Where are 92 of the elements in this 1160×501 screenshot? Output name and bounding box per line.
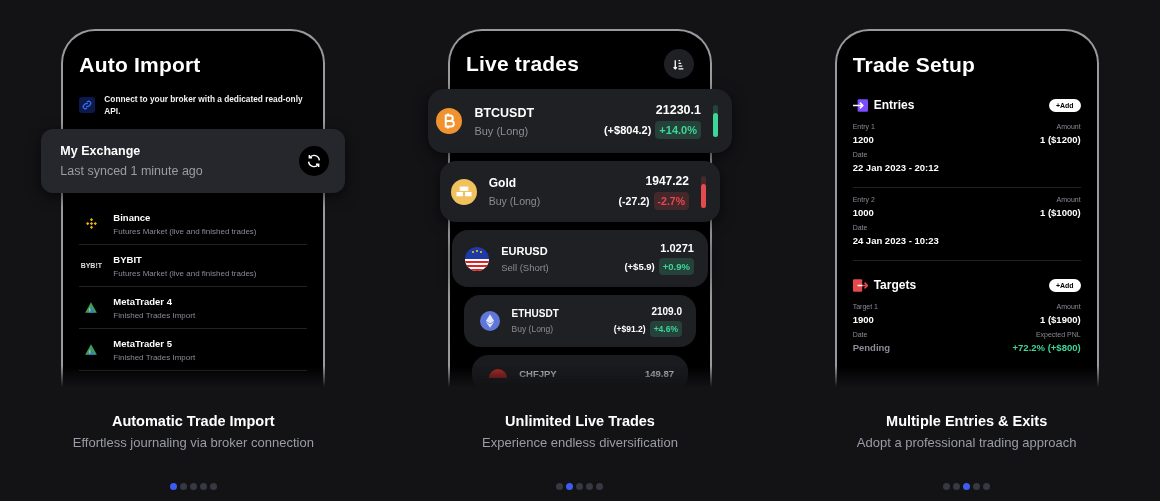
slide-title: Multiple Entries & Exits: [886, 413, 1048, 429]
ethereum-icon: [479, 311, 500, 331]
refresh-icon: [306, 153, 323, 169]
trade-card[interactable]: EURUSD Sell (Short) 1.0271 (+$5.9) +0.9%: [452, 230, 708, 287]
trade-side: Buy (Long): [474, 124, 530, 137]
trade-pnl: (+$804.2): [603, 124, 652, 136]
flag-icon: [465, 246, 490, 271]
field-value: 1200: [852, 134, 874, 145]
page-dot[interactable]: [179, 483, 187, 490]
trade-pnl: (+$5.9): [624, 261, 655, 272]
page-dot[interactable]: [943, 483, 951, 490]
broker-description: Finished Trades Import: [113, 352, 196, 362]
ingot-icon: [450, 178, 477, 205]
screen-title: Auto Import: [79, 53, 201, 77]
exit-icon: [852, 278, 868, 292]
page-dot[interactable]: [199, 483, 207, 490]
trade-card[interactable]: BTCUSDT Buy (Long) 21230.1 (+$804.2) +14.0%: [428, 89, 732, 153]
trade-card[interactable]: ETHUSDT Buy (Long) 2109.0 (+$91.2) +4.6%: [464, 295, 696, 347]
field-value: 1 ($1000): [1040, 207, 1081, 218]
broker-description: Futures Market (live and finished trades): [113, 268, 257, 278]
chart-logo-icon: [84, 343, 99, 356]
slide-title: Unlimited Live Trades: [505, 413, 655, 429]
page-dot[interactable]: [576, 483, 584, 490]
exchange-name: My Exchange: [60, 144, 142, 158]
slide-subtitle: Adopt a professional trading approach: [856, 435, 1077, 450]
percent-badge: +4.6%: [649, 320, 682, 337]
page-dot[interactable]: [596, 483, 604, 490]
broker-item[interactable]: MetaTrader 4 Finished Trades Import: [79, 287, 308, 329]
trade-symbol: EURUSD: [501, 244, 549, 257]
broker-description: Futures Market (live and finished trades): [113, 226, 257, 236]
sync-status: Last synced 1 minute ago: [60, 164, 203, 178]
bitcoin-icon: [436, 108, 463, 134]
page-dot[interactable]: [169, 483, 177, 490]
field-value: 1 ($1900): [1040, 314, 1081, 325]
sort-icon: [672, 57, 686, 71]
page-dot[interactable]: [953, 483, 961, 490]
page-dot[interactable]: [983, 483, 991, 490]
field-value: 22 Jan 2023 - 20:12: [852, 162, 939, 173]
field-value: 1000: [852, 207, 874, 218]
exchange-card[interactable]: My Exchange Last synced 1 minute ago: [41, 129, 346, 193]
broker-name: BYBIT: [113, 253, 143, 265]
broker-item[interactable]: MetaTrader 5 Finished Trades Import: [79, 329, 308, 371]
broker-description: Finished Trades Import: [113, 310, 196, 320]
screen-title: Trade Setup: [852, 53, 976, 77]
broker-name: Binance: [113, 211, 152, 223]
page-dot[interactable]: [963, 483, 971, 490]
diamond-logo-icon: [84, 217, 98, 230]
slide-subtitle: Experience endless diversification: [482, 435, 678, 450]
sort-button[interactable]: [664, 49, 694, 79]
trade-price: 21230.1: [655, 103, 701, 117]
trade-side: Sell (Short): [501, 261, 550, 273]
trade-price: 149.87: [644, 367, 674, 379]
trade-symbol: CHFJPY: [519, 367, 558, 379]
page-dot[interactable]: [189, 483, 197, 490]
section-title: Targets: [873, 278, 917, 292]
enter-icon: [852, 98, 868, 112]
link-icon: [79, 97, 96, 113]
chart-logo-icon: [84, 301, 99, 314]
pnl-value: +72.2% (+$800): [1012, 342, 1081, 353]
page-dot[interactable]: [586, 483, 594, 490]
percent-badge: +0.9%: [658, 258, 694, 275]
field-value: 1900: [852, 314, 874, 325]
trade-price: 1947.22: [645, 173, 689, 188]
percent-badge: +14.0%: [655, 121, 701, 139]
page-dot[interactable]: [973, 483, 981, 490]
field-value: Pending: [852, 342, 891, 353]
refresh-button[interactable]: [299, 146, 330, 176]
broker-name: MetaTrader 5: [113, 337, 173, 349]
page-dot[interactable]: [209, 483, 217, 490]
percent-badge: -2.7%: [653, 191, 689, 210]
trade-card[interactable]: Gold Buy (Long) 1947.22 (-27.2) -2.7%: [440, 161, 720, 222]
trade-price: 1.0271: [660, 242, 694, 254]
trade-side: Buy (Long): [488, 195, 542, 207]
info-text: Connect to your broker with a dedicated read-only API.: [104, 93, 304, 117]
trade-symbol: ETHUSDT: [511, 308, 560, 319]
broker-name: MetaTrader 4: [113, 295, 173, 307]
page-dot[interactable]: [566, 483, 574, 490]
slide-title: Automatic Trade Import: [111, 413, 275, 429]
flag-icon: [489, 368, 508, 378]
page-dot[interactable]: [556, 483, 564, 490]
trade-pnl: (-27.2): [618, 194, 650, 207]
section-title: Entries: [873, 98, 915, 112]
trade-price: 2109.0: [651, 305, 682, 317]
field-value: 1 ($1200): [1040, 134, 1081, 145]
broker-item[interactable]: Binance Futures Market (live and finished trades): [79, 203, 308, 245]
trade-side: Buy (Long): [511, 324, 555, 334]
trade-symbol: Gold: [488, 176, 518, 190]
trade-pnl: (+$91.2): [613, 323, 646, 334]
screen-title: Live trades: [466, 52, 580, 76]
slide-subtitle: Effortless journaling via broker connection: [72, 435, 314, 450]
trade-symbol: BTCUSDT: [474, 105, 536, 120]
field-value: 24 Jan 2023 - 10:23: [852, 235, 939, 246]
